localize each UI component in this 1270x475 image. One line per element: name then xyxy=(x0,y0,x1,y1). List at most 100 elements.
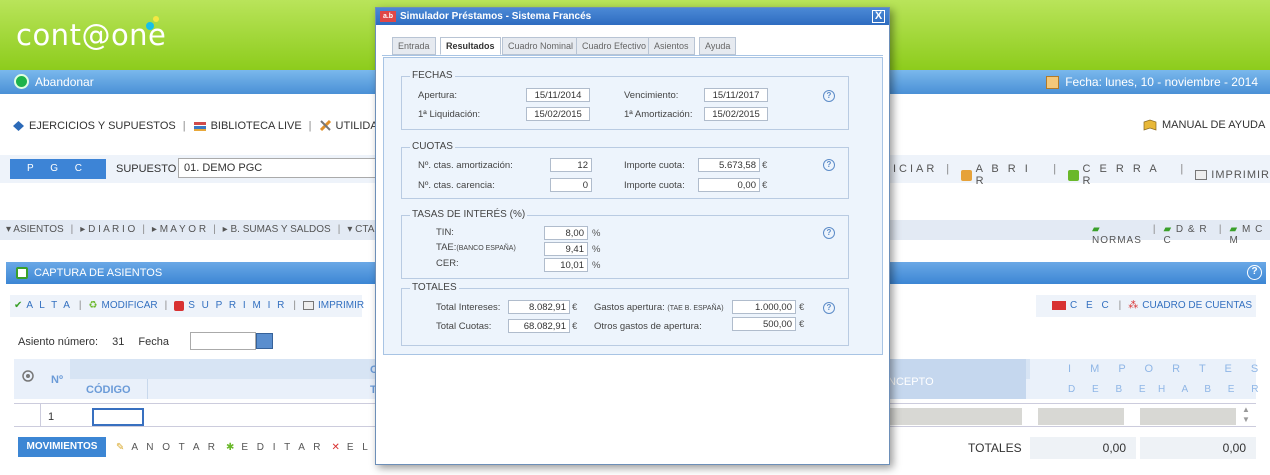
percent-unit: % xyxy=(592,228,601,239)
col-codigo: CÓDIGO xyxy=(86,384,131,396)
haber-field[interactable] xyxy=(1140,408,1236,425)
debe-field[interactable] xyxy=(1038,408,1124,425)
date-label: Fecha: lunes, 10 - noviembre - 2014 xyxy=(1065,75,1258,89)
cuotas-legend: CUOTAS xyxy=(410,141,455,152)
dialog-titlebar[interactable]: a.b Simulador Préstamos - Sistema Francé… xyxy=(376,8,889,25)
liquidacion-label: 1ª Liquidación: xyxy=(418,109,481,120)
help-icon[interactable]: ? xyxy=(823,159,835,171)
calendar-icon xyxy=(1046,75,1060,89)
concepto-field[interactable] xyxy=(882,408,1022,425)
imprimir-top-button[interactable]: IMPRIMIR xyxy=(1195,163,1270,187)
help-icon[interactable]: ? xyxy=(823,90,835,102)
currency-unit: € xyxy=(762,160,768,171)
cuadro-cuentas-button[interactable]: ⁂ CUADRO DE CUENTAS xyxy=(1128,300,1252,311)
cerrar-button[interactable]: C E R R A R xyxy=(1068,163,1171,187)
totales-row: TOTALES 0,00 0,00 xyxy=(958,437,1256,459)
help-icon[interactable]: ? xyxy=(823,227,835,239)
amortizacion-field: 15/02/2015 xyxy=(704,107,768,121)
help-icon[interactable]: ? xyxy=(1247,265,1262,280)
apertura-field: 15/11/2014 xyxy=(526,88,590,102)
tab-diario[interactable]: ▸ D I A R I O xyxy=(80,224,135,235)
suprimir-button[interactable]: S U P R I M I R xyxy=(174,300,286,311)
tab-asientos[interactable]: ▾ ASIENTOS xyxy=(6,224,64,235)
imprimir-button[interactable]: IMPRIMIR xyxy=(302,300,364,311)
col-importes: I M P O R T E S xyxy=(1068,363,1267,375)
tab-entrada[interactable]: Entrada xyxy=(392,37,436,55)
tab-ayuda[interactable]: Ayuda xyxy=(699,37,737,55)
totales-label: TOTALES xyxy=(958,437,1026,459)
asiento-actions: ✔ A L T A | ♻ MODIFICAR | S U P R I M I R … xyxy=(14,300,365,311)
movimientos-button[interactable]: MOVIMIENTOS xyxy=(18,437,106,457)
dialog-tabs: Entrada Resultados Cuadro Nominal Cuadro… xyxy=(382,34,883,56)
alta-button[interactable]: ✔ A L T A xyxy=(14,300,72,311)
editar-button[interactable]: ✱ E D I T A R xyxy=(226,442,324,453)
tab-asientos[interactable]: Asientos xyxy=(648,37,695,55)
open-icon xyxy=(961,169,972,181)
row-scrollbar[interactable]: ▲ ▼ xyxy=(1242,405,1250,425)
suprimir-label: S U P R I M I R xyxy=(188,300,287,311)
tab-drc[interactable]: ▰ D & R C xyxy=(1163,224,1211,246)
gastos-label: Gastos apertura: (TAE B. ESPAÑA) xyxy=(594,302,724,313)
total-debe: 0,00 xyxy=(1030,437,1136,459)
tin-field: 8,00 xyxy=(544,226,588,240)
modificar-label: MODIFICAR xyxy=(101,300,158,311)
tab-cuadro-efectivo[interactable]: Cuadro Efectivo xyxy=(576,37,653,55)
delete-icon xyxy=(174,300,185,311)
tab-mcm[interactable]: ▰ M C M xyxy=(1230,224,1270,246)
anotar-button[interactable]: ✎ A N O T A R xyxy=(116,442,218,453)
sort-icon[interactable] xyxy=(22,370,34,385)
total-haber: 0,00 xyxy=(1140,437,1256,459)
tab-cuadro-nominal[interactable]: Cuadro Nominal xyxy=(502,37,580,55)
printer-icon xyxy=(302,301,314,310)
section-tabs-right: ▰ NORMAS | ▰ D & R C | ▰ M C M xyxy=(1092,224,1270,246)
n-amortizacion-field: 12 xyxy=(550,158,592,172)
intereses-label: Total Intereses: xyxy=(436,302,501,313)
cec-button[interactable]: C E C xyxy=(1052,300,1112,311)
col-debe: D E B E xyxy=(1068,384,1153,395)
row-number: 1 xyxy=(48,411,55,423)
menu-biblioteca[interactable]: BIBLIOTECA LIVE xyxy=(193,120,302,132)
abandon-button[interactable]: Abandonar xyxy=(14,74,94,89)
supuesto-label: SUPUESTO xyxy=(116,163,177,175)
calendar-icon[interactable] xyxy=(256,333,273,349)
section-tabs: ▾ ASIENTOS | ▸ D I A R I O | ▸ M A Y O R | … xyxy=(6,224,375,235)
gastos-field: 1.000,00 xyxy=(732,300,796,314)
total-cuotas-label: Total Cuotas: xyxy=(436,321,492,332)
fecha-input[interactable] xyxy=(190,332,256,350)
tab-mayor[interactable]: ▸ M A Y O R xyxy=(152,224,206,235)
tab-cta[interactable]: ▾ CTA xyxy=(347,224,374,235)
x-icon: ✕ xyxy=(331,442,343,453)
menu-ejercicios[interactable]: EJERCICIOS Y SUPUESTOS xyxy=(12,120,176,132)
col-n: Nº xyxy=(51,374,63,386)
tab-resultados[interactable]: Resultados xyxy=(440,37,501,55)
iniciar-button[interactable]: NICIAR xyxy=(882,163,937,187)
close-file-icon xyxy=(1068,169,1079,181)
supuesto-select[interactable]: 01. DEMO PGC xyxy=(178,158,378,178)
cuotas-group: CUOTAS Nº. ctas. amortización: 12 Import… xyxy=(401,141,849,199)
amortizacion-label: 1ª Amortización: xyxy=(624,109,693,120)
manual-button[interactable]: MANUAL DE AYUDA xyxy=(1143,119,1265,131)
currency-unit: € xyxy=(799,319,805,330)
currency-unit: € xyxy=(762,180,768,191)
tasas-legend: TASAS DE INTERÉS (%) xyxy=(410,209,528,220)
asiento-info: Asiento número: 31 Fecha xyxy=(18,336,169,348)
intereses-field: 8.082,91 xyxy=(508,300,570,314)
refresh-icon: ♻ xyxy=(88,300,98,311)
pgc-button[interactable]: P G C xyxy=(10,159,106,179)
dialog-title: Simulador Préstamos - Sistema Francés xyxy=(400,11,592,22)
codigo-input[interactable] xyxy=(92,408,144,426)
apertura-label: Apertura: xyxy=(418,90,458,101)
asiento-numero: 31 xyxy=(112,336,125,348)
asiento-numero-label: Asiento número: xyxy=(18,336,99,348)
close-icon[interactable]: X xyxy=(872,10,885,23)
tab-sumas-saldos[interactable]: ▸ B. SUMAS Y SALDOS xyxy=(223,224,331,235)
anotar-label: A N O T A R xyxy=(131,442,218,453)
cuadro-cuentas-label: CUADRO DE CUENTAS xyxy=(1142,300,1253,311)
abrir-button[interactable]: A B R I R xyxy=(961,163,1044,187)
printer-icon xyxy=(1195,170,1208,180)
col-concepto: NCEPTO xyxy=(888,376,934,388)
tab-normas[interactable]: ▰ NORMAS xyxy=(1092,224,1146,246)
tin-label: TIN: xyxy=(436,227,454,238)
modificar-button[interactable]: ♻ MODIFICAR xyxy=(89,300,158,311)
help-icon[interactable]: ? xyxy=(823,302,835,314)
